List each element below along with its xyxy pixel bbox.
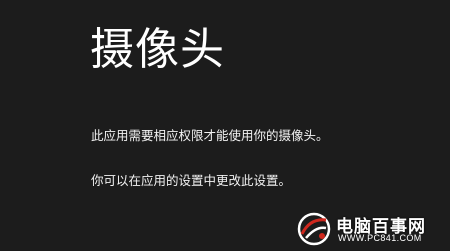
site-watermark: 电脑百事网 WWW.PC841.COM [296, 211, 446, 247]
pc841-logo-icon [297, 212, 331, 246]
watermark-url: WWW.PC841.COM [338, 233, 422, 243]
settings-hint-message: 你可以在应用的设置中更改此设置。 [91, 173, 292, 188]
permission-screen: 摄像头 此应用需要相应权限才能使用你的摄像头。 你可以在应用的设置中更改此设置。… [0, 0, 450, 251]
page-title: 摄像头 [90, 24, 225, 75]
permission-message: 此应用需要相应权限才能使用你的摄像头。 [91, 128, 329, 143]
